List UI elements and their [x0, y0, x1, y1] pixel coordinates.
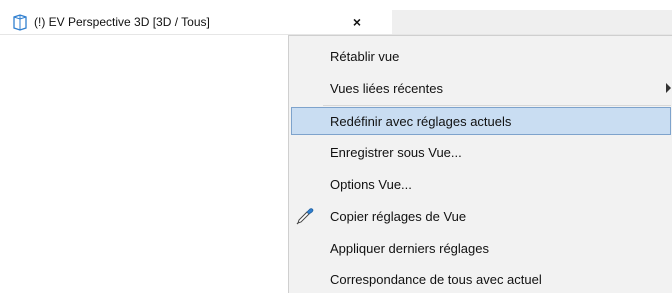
- menu-item-retablir-vue[interactable]: Rétablir vue: [291, 42, 671, 70]
- menu-separator: [323, 105, 671, 106]
- menu-item-label: Rétablir vue: [330, 48, 400, 64]
- menu-item-label: Redéfinir avec réglages actuels: [330, 113, 512, 129]
- menu-item-label: Options Vue...: [330, 176, 412, 192]
- cube-view-icon: [10, 13, 29, 32]
- eyedropper-icon: [295, 206, 315, 226]
- tab-ev-perspective-3d[interactable]: (!) EV Perspective 3D [3D / Tous] ×: [4, 10, 391, 34]
- tab-strip-background: [392, 10, 672, 34]
- menu-item-label: Copier réglages de Vue: [330, 208, 467, 224]
- context-menu: Rétablir vue Vues liées récentes Redéfin…: [288, 35, 672, 293]
- menu-item-enregistrer-sous-vue[interactable]: Enregistrer sous Vue...: [291, 138, 671, 166]
- menu-item-appliquer-derniers-reglages[interactable]: Appliquer derniers réglages: [291, 234, 671, 262]
- menu-item-vues-liees-recentes[interactable]: Vues liées récentes: [291, 74, 671, 102]
- menu-item-label: Correspondance de tous avec actuel: [330, 271, 542, 287]
- menu-item-label: Enregistrer sous Vue...: [330, 144, 462, 160]
- menu-item-copier-reglages-de-vue[interactable]: Copier réglages de Vue: [291, 202, 671, 230]
- menu-item-label: Vues liées récentes: [330, 80, 443, 96]
- menu-item-label: Appliquer derniers réglages: [330, 240, 489, 256]
- submenu-arrow-icon: [666, 83, 671, 93]
- menu-item-options-vue[interactable]: Options Vue...: [291, 170, 671, 198]
- tab-label: (!) EV Perspective 3D [3D / Tous]: [34, 15, 210, 29]
- window: (!) EV Perspective 3D [3D / Tous] × Réta…: [0, 0, 672, 293]
- menu-item-correspondance-de-tous-avec-actuel[interactable]: Correspondance de tous avec actuel: [291, 265, 671, 293]
- tab-close-button[interactable]: ×: [348, 13, 366, 31]
- menu-item-redefinir-avec-reglages-actuels[interactable]: Redéfinir avec réglages actuels: [291, 107, 671, 135]
- tab-strip: (!) EV Perspective 3D [3D / Tous] ×: [0, 0, 672, 40]
